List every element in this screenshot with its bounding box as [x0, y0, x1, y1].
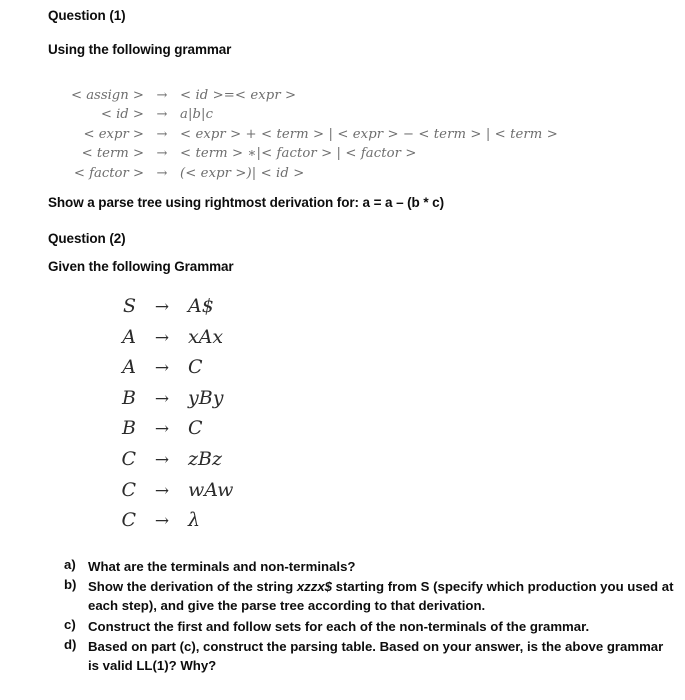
- document-page: Question (1) Using the following grammar…: [0, 0, 685, 700]
- list-item-text-segment: What are the terminals and non-terminals…: [88, 559, 356, 574]
- production-rhs: C: [188, 356, 203, 379]
- question-one-title: Question (1): [48, 8, 126, 23]
- production-lhs: C: [121, 478, 136, 501]
- list-item-marker: c): [64, 616, 76, 632]
- right-arrow-icon: →: [156, 88, 168, 103]
- production-row: < factor > → (< expr >)| < id >: [56, 164, 558, 183]
- production-rhs: zBz: [188, 447, 222, 470]
- list-item: d) Based on part (c), construct the parsi…: [64, 637, 674, 675]
- right-arrow-icon: →: [156, 107, 168, 123]
- production-lhs: C: [121, 447, 136, 470]
- production-row: B → yBy: [110, 384, 233, 415]
- production-rhs: < id >=< expr >: [180, 88, 297, 103]
- production-row: < assign > → < id >=< expr >: [56, 86, 558, 105]
- production-lhs: < term >: [81, 146, 144, 162]
- production-row: C → λ: [110, 506, 233, 537]
- question-one-intro: Using the following grammar: [48, 42, 232, 57]
- right-arrow-icon: →: [154, 419, 170, 440]
- list-item-marker: a): [64, 557, 76, 572]
- production-rhs: yBy: [188, 386, 224, 409]
- list-item: b) Show the derivation of the string xzzx…: [64, 577, 674, 615]
- right-arrow-icon: →: [154, 358, 170, 379]
- right-arrow-icon: →: [154, 327, 170, 348]
- production-rhs: C: [188, 417, 203, 440]
- right-arrow-icon: →: [154, 449, 170, 470]
- list-item-text: What are the terminals and non-terminals…: [88, 557, 674, 576]
- production-row: < id > → a|b|c: [56, 105, 558, 124]
- production-row: < expr > → < expr > + < term > | < expr > …: [56, 125, 558, 144]
- right-arrow-icon: →: [154, 388, 170, 409]
- production-lhs: B: [122, 386, 136, 409]
- production-row: C → wAw: [110, 476, 233, 507]
- production-lhs: A: [122, 325, 136, 348]
- list-item: a) What are the terminals and non-termina…: [64, 557, 674, 576]
- list-item-marker: b): [64, 577, 77, 593]
- list-item: c) Construct the first and follow sets fo…: [64, 617, 674, 636]
- production-rhs: (< expr >)| < id >: [180, 165, 305, 181]
- production-rhs: xAx: [188, 325, 224, 348]
- production-lhs: S: [122, 295, 136, 317]
- right-arrow-icon: →: [156, 165, 168, 181]
- production-lhs: < factor >: [73, 165, 144, 181]
- production-rhs: < expr > + < term > | < expr > − < term …: [180, 126, 558, 142]
- production-lhs: < id >: [100, 107, 144, 123]
- production-rhs: A$: [188, 295, 214, 317]
- right-arrow-icon: →: [156, 126, 168, 142]
- production-lhs: < expr >: [83, 126, 144, 142]
- right-arrow-icon: →: [156, 146, 168, 162]
- list-item-text-segment: Construct the first and follow sets for …: [88, 618, 590, 634]
- question-two-title: Question (2): [48, 231, 126, 246]
- production-rhs: < term > ∗|< factor > | < factor >: [180, 146, 417, 162]
- production-rhs: λ: [188, 509, 201, 532]
- production-row: A → C: [110, 353, 233, 384]
- list-item-text: Show the derivation of the string xzzx$ …: [88, 577, 674, 615]
- production-row: S → A$: [110, 292, 233, 323]
- production-lhs: A: [122, 356, 136, 379]
- right-arrow-icon: →: [154, 511, 170, 532]
- grammar-block-question-one: < assign > → < id >=< expr > < id > → a|b|c < …: [56, 86, 558, 183]
- production-row: B → C: [110, 414, 233, 445]
- production-rhs: a|b|c: [180, 107, 214, 123]
- list-item-text: Construct the first and follow sets for …: [88, 617, 674, 636]
- question-one-prompt: Show a parse tree using rightmost deriva…: [48, 195, 444, 210]
- list-item-text-segment: Based on part (c), construct the parsing…: [88, 638, 664, 674]
- production-lhs: B: [122, 417, 136, 440]
- production-rhs: wAw: [188, 478, 234, 501]
- production-lhs: C: [121, 509, 136, 532]
- list-item-marker: d): [64, 636, 77, 652]
- production-row: C → zBz: [110, 445, 233, 476]
- emphasized-string: xzzx$: [296, 579, 333, 595]
- grammar-block-question-two: S → A$ A → xAx A → C B → yBy B → C C → zBz C → wAw C → λ: [110, 292, 233, 537]
- list-item-text: Based on part (c), construct the parsing…: [88, 637, 674, 675]
- list-item-text-segment: Show the derivation of the string: [88, 579, 297, 595]
- production-lhs: < assign >: [70, 88, 144, 103]
- right-arrow-icon: →: [154, 297, 170, 317]
- question-two-task-list: a) What are the terminals and non-termina…: [64, 557, 674, 676]
- production-row: < term > → < term > ∗|< factor > | < facto…: [56, 144, 558, 163]
- right-arrow-icon: →: [154, 480, 170, 501]
- question-two-intro: Given the following Grammar: [48, 259, 234, 274]
- production-row: A → xAx: [110, 323, 233, 354]
